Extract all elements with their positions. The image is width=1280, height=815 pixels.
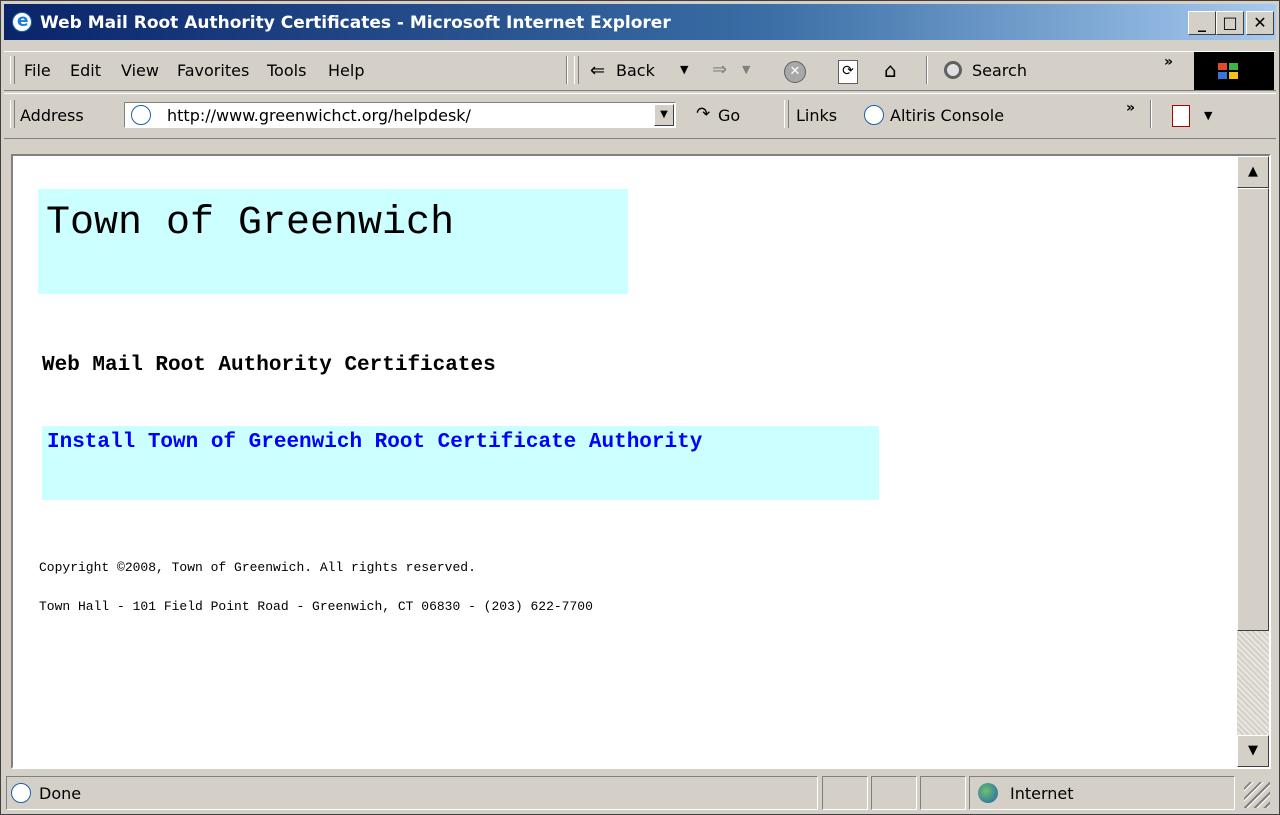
install-link-box: Install Town of Greenwich Root Certifica… xyxy=(42,426,879,500)
toolbar-separator xyxy=(926,56,928,84)
page-subtitle: Web Mail Root Authority Certificates xyxy=(42,354,496,377)
address-url: http://www.greenwichct.org/helpdesk/ xyxy=(167,106,471,125)
toolbar-separator xyxy=(1150,100,1152,128)
windows-logo-icon xyxy=(1194,52,1274,90)
forward-arrow-icon: ⇒ xyxy=(712,59,728,80)
globe-icon xyxy=(978,783,998,803)
links-label: Links xyxy=(796,106,838,125)
chevron-down-icon: ▼ xyxy=(742,63,751,76)
back-button[interactable]: ⇐ Back ▼ xyxy=(590,56,706,86)
status-panel xyxy=(822,776,868,810)
address-dropdown-button[interactable]: ▼ xyxy=(654,104,674,126)
menu-tools[interactable]: Tools xyxy=(267,61,306,80)
links-item-label: Altiris Console xyxy=(890,106,1005,125)
status-bar: Done Internet xyxy=(4,774,1276,812)
page-viewport: Town of Greenwich Web Mail Root Authorit… xyxy=(11,154,1271,769)
status-zone-panel: Internet xyxy=(969,776,1235,810)
refresh-icon[interactable]: ⟳ xyxy=(838,60,858,84)
menu-favorites[interactable]: Favorites xyxy=(177,61,249,80)
pdf-icon xyxy=(1172,105,1190,127)
menu-toolbar: File Edit View Favorites Tools Help ⇐ Ba… xyxy=(4,51,1276,91)
toolbar-grip[interactable] xyxy=(10,100,15,128)
go-button[interactable]: ↷ Go xyxy=(694,102,764,130)
forward-button[interactable]: ⇒ ▼ xyxy=(712,56,762,86)
footer-address: Town Hall - 101 Field Point Road - Green… xyxy=(39,599,593,614)
menu-file[interactable]: File xyxy=(24,61,51,80)
status-panel xyxy=(920,776,966,810)
home-icon[interactable]: ⌂ xyxy=(884,58,897,82)
go-label: Go xyxy=(718,106,741,125)
back-label: Back xyxy=(616,61,655,80)
menu-view[interactable]: View xyxy=(121,61,159,80)
toolbar-separator xyxy=(566,56,568,84)
ie-page-icon xyxy=(864,105,884,125)
search-magnifier-icon xyxy=(944,61,962,79)
maximize-button[interactable]: □ xyxy=(1216,11,1244,35)
links-item-altiris[interactable]: Altiris Console xyxy=(862,102,1042,130)
ie-page-icon[interactable] xyxy=(12,11,32,32)
zone-text: Internet xyxy=(1010,784,1074,803)
toolbar-grip[interactable] xyxy=(784,100,789,128)
stop-icon[interactable]: ✕ xyxy=(784,61,806,83)
menu-edit[interactable]: Edit xyxy=(70,61,101,80)
back-arrow-icon: ⇐ xyxy=(590,60,606,81)
page-title: Town of Greenwich xyxy=(46,201,455,246)
vertical-scrollbar[interactable]: ▲ ▼ xyxy=(1237,156,1269,767)
links-chevron-icon[interactable]: » xyxy=(1126,100,1135,116)
pdf-button[interactable]: ▼ xyxy=(1168,102,1238,130)
chevron-down-icon: ▼ xyxy=(1204,109,1213,122)
status-text: Done xyxy=(39,784,82,803)
minimize-button[interactable]: _ xyxy=(1188,11,1216,35)
copyright-text: Copyright ©2008, Town of Greenwich. All … xyxy=(39,560,476,575)
status-panel-main: Done xyxy=(6,776,818,810)
close-button[interactable]: ✕ xyxy=(1246,11,1274,35)
resize-grip-icon[interactable] xyxy=(1244,782,1270,808)
web-page: Town of Greenwich Web Mail Root Authorit… xyxy=(13,156,1237,767)
menu-help[interactable]: Help xyxy=(328,61,364,80)
address-input[interactable]: http://www.greenwichct.org/helpdesk/ ▼ xyxy=(124,102,676,128)
toolbar-grip[interactable] xyxy=(10,56,15,84)
scroll-down-button[interactable]: ▼ xyxy=(1237,735,1269,767)
ie-page-icon xyxy=(131,105,151,125)
scroll-up-button[interactable]: ▲ xyxy=(1237,156,1269,188)
window-title: Web Mail Root Authority Certificates - M… xyxy=(40,13,671,33)
address-label: Address xyxy=(20,106,84,125)
toolbar-chevron-icon[interactable]: » xyxy=(1164,54,1173,70)
address-toolbar: Address http://www.greenwichct.org/helpd… xyxy=(4,93,1276,139)
ie-page-icon xyxy=(11,783,31,803)
header-banner: Town of Greenwich xyxy=(38,189,628,294)
chevron-down-icon[interactable]: ▼ xyxy=(680,63,688,76)
install-certificate-link[interactable]: Install Town of Greenwich Root Certifica… xyxy=(47,431,702,454)
browser-window: Web Mail Root Authority Certificates - M… xyxy=(0,0,1280,815)
scroll-thumb[interactable] xyxy=(1237,188,1269,631)
title-bar: Web Mail Root Authority Certificates - M… xyxy=(4,4,1276,40)
search-button[interactable]: Search xyxy=(942,56,1052,86)
go-arrow-icon: ↷ xyxy=(696,104,711,124)
toolbar-grip[interactable] xyxy=(574,56,579,84)
status-panel xyxy=(871,776,917,810)
search-label: Search xyxy=(972,61,1027,80)
